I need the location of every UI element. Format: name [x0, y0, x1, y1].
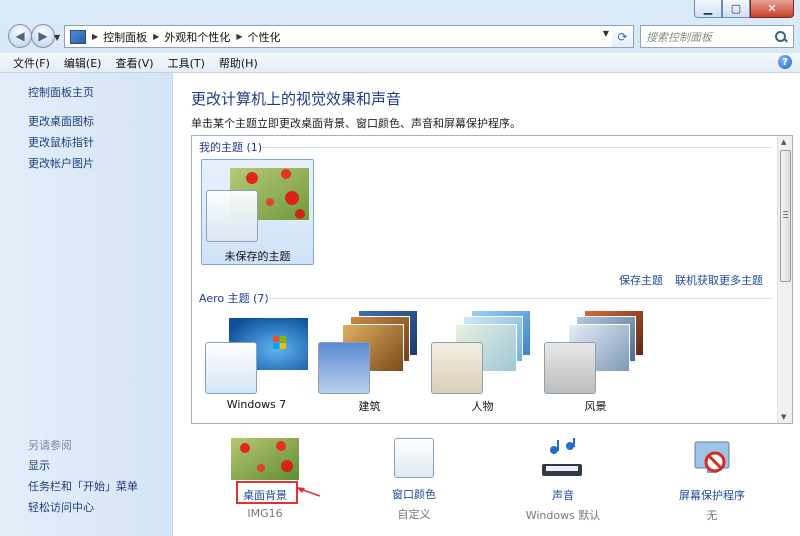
my-themes-label: 我的主题 (1)	[199, 141, 263, 154]
window-preview-icon	[318, 342, 370, 394]
menu-edit[interactable]: 编辑(E)	[57, 55, 109, 71]
setting-value: 无	[706, 509, 718, 522]
sidebar-link-account-picture[interactable]: 更改帐户图片	[28, 155, 94, 171]
arrow-right-icon: ▶	[38, 29, 48, 43]
recent-pages-dropdown[interactable]: ▼	[54, 33, 60, 42]
group-divider	[262, 298, 772, 299]
address-dropdown-icon[interactable]: ▼	[603, 29, 609, 38]
setting-label[interactable]: 屏幕保护程序	[657, 487, 767, 503]
annotation-arrow-icon	[296, 487, 321, 497]
arrow-left-icon: ◀	[15, 29, 25, 43]
sidebar-link-control-panel-home[interactable]: 控制面板主页	[28, 84, 94, 100]
sidebar-link-display[interactable]: 显示	[28, 457, 50, 473]
setting-value: IMG16	[247, 507, 283, 520]
chevron-right-icon[interactable]: ▶	[153, 32, 159, 41]
sound-icon	[542, 438, 582, 476]
menu-help[interactable]: 帮助(H)	[212, 55, 265, 71]
theme-label: 建筑	[358, 400, 381, 413]
breadcrumb-appearance[interactable]: 外观和个性化	[164, 29, 230, 45]
content-pane: 更改计算机上的视觉效果和声音 单击某个主题立即更改桌面背景、窗口颜色、声音和屏幕…	[173, 73, 800, 536]
window-preview-icon	[206, 190, 258, 242]
setting-desktop-background[interactable]: 桌面背景 IMG16	[210, 438, 320, 520]
help-icon[interactable]: ?	[778, 55, 792, 69]
forward-button[interactable]: ▶	[31, 24, 55, 48]
minimize-button[interactable]: ▁	[694, 0, 722, 18]
breadcrumb-personalization[interactable]: 个性化	[247, 29, 280, 45]
close-button[interactable]: ✕	[750, 0, 794, 18]
setting-label[interactable]: 声音	[508, 487, 618, 503]
theme-label: 人物	[471, 400, 494, 413]
sidebar-link-taskbar-start[interactable]: 任务栏和「开始」菜单	[28, 478, 138, 494]
search-icon[interactable]	[774, 30, 788, 44]
setting-value: Windows 默认	[525, 509, 601, 522]
grip	[783, 214, 788, 215]
desktop-background-icon	[231, 438, 299, 480]
grip	[783, 211, 788, 212]
window: ▁ ▢ ✕ ◀ ▶ ▼ ▶ 控制面板 ▶ 外观和个性化 ▶ 个性化 ▼ ⟳ 搜索…	[0, 0, 800, 536]
menu-tools[interactable]: 工具(T)	[161, 55, 212, 71]
sidebar-link-mouse-pointers[interactable]: 更改鼠标指针	[28, 134, 94, 150]
aero-themes-label: Aero 主题 (7)	[199, 292, 269, 305]
setting-screen-saver[interactable]: 屏幕保护程序 无	[657, 438, 767, 523]
setting-value: 自定义	[397, 508, 431, 521]
scroll-thumb[interactable]	[780, 150, 791, 282]
menu-view[interactable]: 查看(V)	[108, 55, 160, 71]
theme-label: 风景	[584, 400, 607, 413]
group-divider	[262, 147, 772, 148]
page-subtitle: 单击某个主题立即更改桌面背景、窗口颜色、声音和屏幕保护程序。	[191, 117, 521, 130]
left-pane: 控制面板主页 更改桌面图标 更改鼠标指针 更改帐户图片 另请参阅 显示 任务栏和…	[0, 73, 173, 536]
scroll-up-icon[interactable]: ▲	[781, 138, 786, 146]
search-input[interactable]: 搜索控制面板	[646, 29, 774, 45]
caption-buttons: ▁ ▢ ✕	[694, 0, 794, 18]
search-box[interactable]: 搜索控制面板	[640, 25, 794, 48]
control-panel-icon	[70, 29, 86, 44]
theme-label: 未保存的主题	[224, 250, 291, 263]
address-bar[interactable]: ▶ 控制面板 ▶ 外观和个性化 ▶ 个性化 ▼	[64, 25, 614, 48]
refresh-icon: ⟳	[617, 29, 628, 44]
scroll-down-icon[interactable]: ▼	[781, 413, 786, 421]
setting-sounds[interactable]: 声音 Windows 默认	[508, 438, 618, 523]
chevron-right-icon[interactable]: ▶	[92, 32, 98, 41]
theme-landscapes[interactable]: 风景	[540, 308, 651, 416]
theme-characters[interactable]: 人物	[427, 308, 538, 416]
window-preview-icon	[544, 342, 596, 394]
setting-label[interactable]: 窗口颜色	[359, 486, 469, 502]
see-also-title: 另请参阅	[28, 439, 72, 452]
maximize-button[interactable]: ▢	[722, 0, 750, 18]
back-button[interactable]: ◀	[8, 24, 32, 48]
highlight-annotation	[236, 481, 298, 504]
sidebar-link-desktop-icons[interactable]: 更改桌面图标	[28, 113, 94, 129]
breadcrumb-control-panel[interactable]: 控制面板	[103, 29, 147, 45]
menu-bar: 文件(F) 编辑(E) 查看(V) 工具(T) 帮助(H) ?	[0, 53, 800, 73]
theme-windows7[interactable]: Windows 7	[201, 308, 312, 416]
menu-file[interactable]: 文件(F)	[6, 55, 57, 71]
sidebar-link-ease-of-access[interactable]: 轻松访问中心	[28, 499, 94, 515]
window-preview-icon	[431, 342, 483, 394]
theme-list: 我的主题 (1) 未保存的主题 保存主题 联机获取更多主题 Aero 主题 (7…	[191, 135, 793, 424]
window-preview-icon	[205, 342, 257, 394]
theme-unsaved[interactable]: 未保存的主题	[201, 159, 314, 265]
page-title: 更改计算机上的视觉效果和声音	[191, 90, 402, 108]
theme-label: Windows 7	[226, 398, 287, 411]
refresh-button[interactable]: ⟳	[612, 25, 634, 48]
window-color-icon	[394, 438, 434, 478]
grip	[783, 217, 788, 218]
save-theme-link[interactable]: 保存主题	[619, 272, 663, 288]
theme-list-scrollbar[interactable]: ▲ ▼	[777, 136, 792, 423]
address-row: ◀ ▶ ▼ ▶ 控制面板 ▶ 外观和个性化 ▶ 个性化 ▼ ⟳ 搜索控制面板	[0, 20, 800, 52]
chevron-right-icon[interactable]: ▶	[236, 32, 242, 41]
screen-saver-icon	[694, 441, 730, 473]
setting-window-color[interactable]: 窗口颜色 自定义	[359, 438, 469, 522]
get-more-themes-link[interactable]: 联机获取更多主题	[675, 272, 763, 288]
theme-architecture[interactable]: 建筑	[314, 308, 425, 416]
